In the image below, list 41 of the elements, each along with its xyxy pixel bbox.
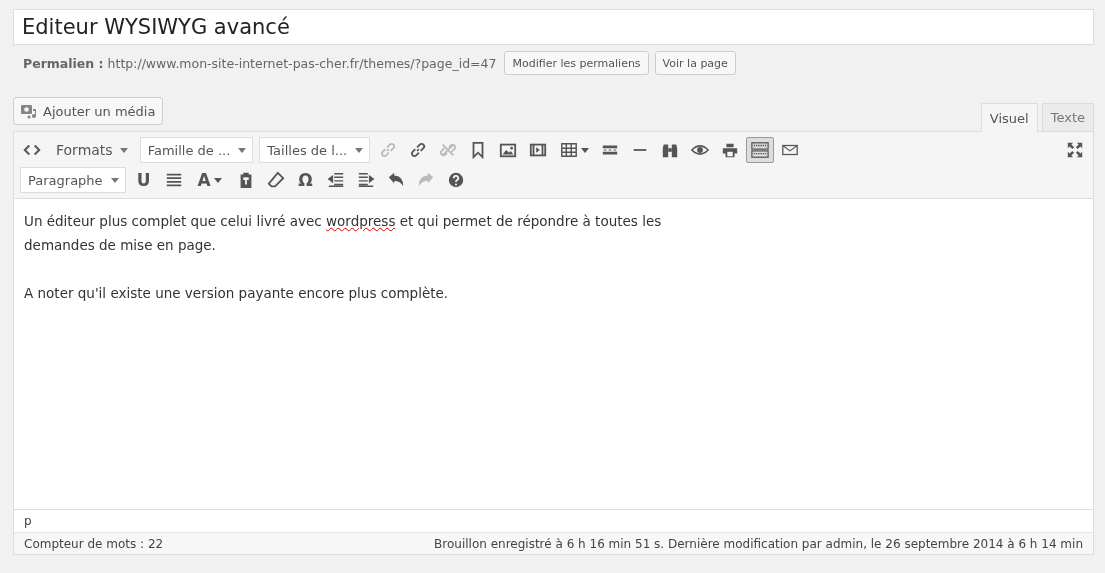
format-button[interactable]: U <box>129 167 158 193</box>
add-media-button[interactable]: Ajouter un média <box>13 97 164 125</box>
word-count: Compteur de mots : 22 <box>24 536 164 551</box>
formats-menu[interactable]: Formats <box>48 142 136 158</box>
paragraph-text: A noter qu'il existe une version payante encore plus complète. <box>24 284 450 303</box>
element-path[interactable]: p <box>24 514 32 528</box>
format-button[interactable]: A <box>189 167 230 193</box>
link-icon <box>409 141 428 159</box>
table-icon <box>559 141 578 159</box>
autosave-status: Brouillon enregistré à 6 h 16 min 51 s. Dernière modification par admin, le 26 septembre 2014 à 6 h 14 min <box>434 536 1083 551</box>
permalink-button[interactable]: Voir la page <box>654 51 736 75</box>
keyboard-icon <box>751 141 770 159</box>
fullscreen-icon <box>1066 141 1084 159</box>
paragraph-text: Un éditeur plus complet que celui livré avec wordpress et qui permet de répondre à toutes les demandes de mise en page. <box>24 212 663 255</box>
editor-tab[interactable]: Visuel <box>980 103 1038 132</box>
justify-icon <box>164 171 183 189</box>
caret-icon <box>238 147 247 153</box>
media-icon <box>21 103 38 119</box>
caret-icon <box>355 147 364 153</box>
toolbar-button[interactable] <box>746 137 775 163</box>
link-icon <box>379 141 398 159</box>
film-icon <box>529 141 548 159</box>
eraser-icon <box>266 171 285 189</box>
permalink-label: Permalien : <box>23 55 104 71</box>
permalink-button[interactable]: Modifier les permaliens <box>504 51 649 75</box>
permalink-url: http://www.mon-site-internet-pas-cher.fr/themes/?page_id=47 <box>107 55 497 71</box>
outdent-icon <box>326 171 345 189</box>
dropdown-select[interactable]: Paragraphe <box>20 167 126 193</box>
broken-link-icon <box>439 141 458 159</box>
dropdown-select[interactable]: Famille de ... <box>139 137 254 163</box>
editor-content[interactable]: Un éditeur plus complet que celui livré avec wordpress et qui permet de répondre à toutes les demandes de mise en page. A noter qu'il existe une version payante encore plus complète. <box>14 199 1093 509</box>
caret-icon <box>119 147 128 153</box>
title-field[interactable]: Editeur WYSIWYG avancé <box>13 9 1094 45</box>
indent-icon <box>356 171 375 189</box>
printer-icon <box>721 141 740 159</box>
format-button[interactable]: Ω <box>291 167 320 193</box>
help-icon <box>446 171 465 189</box>
image-icon <box>499 141 518 159</box>
caret-icon <box>110 177 119 183</box>
editor-tab[interactable]: Texte <box>1041 103 1094 131</box>
dropdown-select[interactable]: Tailles de l... <box>259 137 371 163</box>
